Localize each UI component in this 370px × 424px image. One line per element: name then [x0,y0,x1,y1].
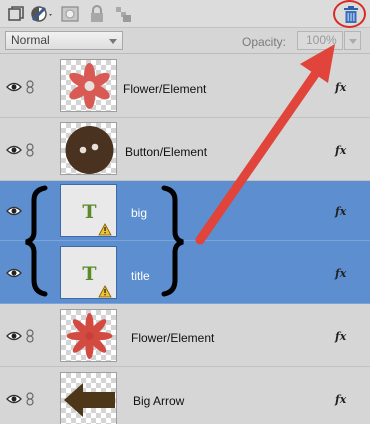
adjustment-layer-icon[interactable] [30,4,56,24]
blend-mode-value: Normal [11,33,50,47]
fx-icon[interactable]: fx [335,393,346,406]
eye-icon[interactable] [6,144,22,156]
arrow-thumbnail [60,372,117,424]
layer-name[interactable]: big [131,206,147,220]
text-layer-thumbnail: T [60,246,117,299]
layer-row[interactable]: Flower/Element fx [0,304,370,367]
trash-icon[interactable] [342,5,360,24]
link-icon[interactable] [26,80,34,94]
link-icon[interactable] [26,143,34,157]
layer-name[interactable]: Big Arrow [133,394,184,408]
layer-row[interactable]: Flower/Element fx [0,55,370,118]
layer-name[interactable]: Button/Element [125,145,207,159]
fx-icon[interactable]: fx [335,144,346,157]
layer-row[interactable]: T big fx [0,181,370,241]
layer-name[interactable]: Flower/Element [131,331,214,345]
fx-icon[interactable]: fx [335,267,346,280]
layer-row[interactable]: T title fx [0,241,370,304]
link-icon[interactable] [26,329,34,343]
lock-transparency-icon[interactable] [113,4,133,24]
eye-icon[interactable] [6,81,22,93]
opacity-dropdown-button[interactable] [344,31,361,50]
eye-icon[interactable] [6,267,22,279]
eye-icon[interactable] [6,330,22,342]
chevron-down-icon [109,39,117,44]
layers-toolbar [0,0,370,28]
fx-icon[interactable]: fx [335,205,346,218]
flower-thumbnail [60,59,117,112]
layer-name[interactable]: Flower/Element [123,82,206,96]
text-layer-thumbnail: T [60,184,117,237]
blend-mode-select[interactable]: Normal [5,31,123,50]
layers-list: Flower/Element fx Button/Element fx T bi… [0,55,370,424]
opacity-label: Opacity: [242,35,287,49]
button-thumbnail [60,122,117,175]
opacity-input[interactable]: 100% [297,31,343,50]
text-glyph: T [82,201,96,223]
fx-icon[interactable]: fx [335,81,346,94]
layer-row[interactable]: Button/Element fx [0,118,370,181]
lock-icon[interactable] [87,4,107,24]
fx-icon[interactable]: fx [335,330,346,343]
layer-name[interactable]: title [131,269,150,283]
chevron-down-icon [349,39,357,44]
flower-thumbnail [60,309,117,362]
link-icon[interactable] [26,392,34,406]
eye-icon[interactable] [6,393,22,405]
text-glyph: T [82,263,96,285]
mask-icon[interactable] [60,4,80,24]
new-layer-icon[interactable] [6,4,26,24]
blend-bar: Normal Opacity: 100% [0,28,370,54]
eye-icon[interactable] [6,205,22,217]
layer-row[interactable]: Big Arrow fx [0,367,370,424]
